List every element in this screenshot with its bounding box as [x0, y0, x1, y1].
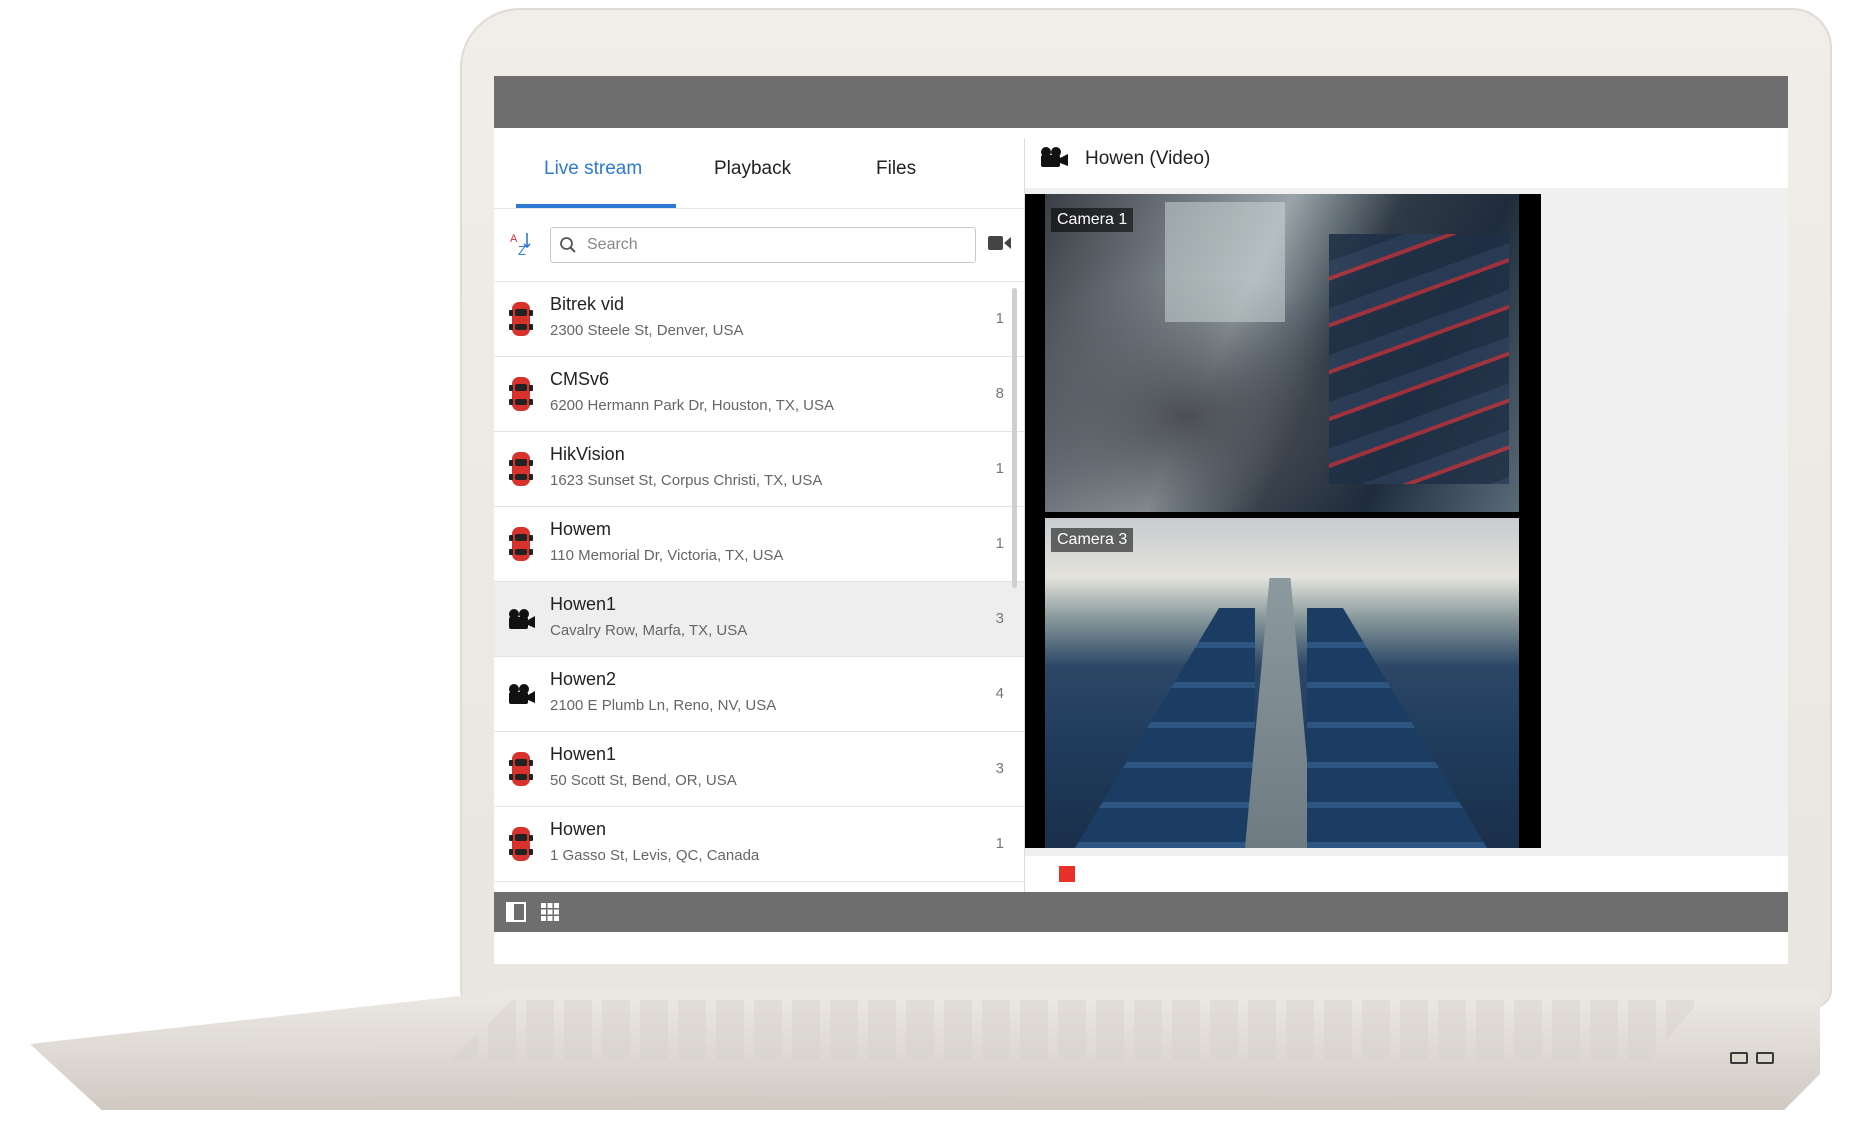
unit-row[interactable]: Howen2 2100 E Plumb Ln, Reno, NV, USA 4 [494, 657, 1024, 732]
search-input[interactable] [585, 230, 969, 260]
stop-recording-button[interactable] [1059, 866, 1075, 882]
search-icon [560, 237, 576, 253]
unit-address: 50 Scott St, Bend, OR, USA [550, 772, 737, 789]
unit-list: Bitrek vid 2300 Steele St, Denver, USA 1 C… [494, 282, 1024, 882]
list-scrollbar[interactable] [1012, 288, 1017, 588]
unit-camera-count: 4 [995, 685, 1004, 702]
player-controls [1025, 856, 1788, 892]
laptop-keyboard [450, 1000, 1700, 1060]
video-camera-icon [509, 609, 535, 629]
car-icon [509, 452, 533, 486]
unit-row[interactable]: HikVision 1623 Sunset St, Corpus Christi,… [494, 432, 1024, 507]
unit-name: HikVision [550, 444, 625, 464]
feed-window [1165, 202, 1285, 322]
feed-seats-right [1307, 608, 1487, 848]
tab-live-stream[interactable]: Live stream [544, 158, 642, 180]
unit-name: Howen1 [550, 744, 617, 764]
unit-address: 1 Gasso St, Levis, QC, Canada [550, 847, 760, 864]
video-camera-icon [509, 684, 535, 704]
unit-address: 1623 Sunset St, Corpus Christi, TX, USA [550, 472, 823, 489]
unit-name: Bitrek vid [550, 294, 625, 314]
usb-port [1756, 1052, 1774, 1064]
car-icon [509, 527, 533, 561]
tab-files[interactable]: Files [876, 158, 916, 180]
unit-camera-count: 1 [995, 310, 1004, 327]
unit-camera-count: 1 [995, 460, 1004, 477]
unit-address: 6200 Hermann Park Dr, Houston, TX, USA [550, 397, 835, 414]
active-tab-indicator [516, 204, 676, 208]
video-camera-icon [1041, 147, 1068, 167]
camera-feed-3[interactable]: Camera 3 [1045, 518, 1519, 848]
unit-row[interactable]: Howen1 Cavalry Row, Marfa, TX, USA 3 [494, 582, 1024, 657]
camera-label: Camera 1 [1051, 208, 1134, 232]
svg-text:A: A [510, 233, 518, 245]
tab-bar: Live stream Playback Files [494, 138, 1024, 209]
search-row: A Z [494, 209, 1024, 282]
unit-row[interactable]: Howen 1 Gasso St, Levis, QC, Canada 1 [494, 807, 1024, 882]
unit-address: Cavalry Row, Marfa, TX, USA [550, 622, 748, 639]
tab-playback[interactable]: Playback [714, 158, 791, 180]
video-panel: Howen (Video) Camera 1 Camera 3 [1025, 128, 1788, 892]
left-panel: Live stream Playback Files A Z Search Bi… [494, 138, 1025, 892]
unit-camera-count: 1 [995, 535, 1004, 552]
search-field[interactable] [550, 227, 976, 263]
unit-row[interactable]: Howem 110 Memorial Dr, Victoria, TX, USA 1 [494, 507, 1024, 582]
unit-address: 110 Memorial Dr, Victoria, TX, USA [550, 547, 784, 564]
car-icon [509, 752, 533, 786]
unit-name: Howen [550, 819, 607, 839]
sort-az-icon[interactable]: A Z [510, 231, 534, 257]
feed-seats-left [1075, 608, 1255, 848]
feed-aisle [1245, 578, 1315, 848]
bottom-bar [494, 892, 1788, 932]
video-grid: Camera 1 Camera 3 [1025, 194, 1541, 848]
unit-camera-count: 3 [995, 610, 1004, 627]
grid-layout-icon[interactable] [540, 902, 560, 922]
panel-layout-icon[interactable] [506, 902, 526, 922]
unit-name: Howem [550, 519, 612, 539]
unit-row[interactable]: Bitrek vid 2300 Steele St, Denver, USA 1 [494, 282, 1024, 357]
unit-address: 2300 Steele St, Denver, USA [550, 322, 744, 339]
unit-name: Howen2 [550, 669, 617, 689]
unit-name: CMSv6 [550, 369, 610, 389]
camera-feed-1[interactable]: Camera 1 [1045, 194, 1519, 512]
unit-address: 2100 E Plumb Ln, Reno, NV, USA [550, 697, 777, 714]
feed-seats [1329, 234, 1509, 484]
unit-name: Howen1 [550, 594, 617, 614]
car-icon [509, 377, 533, 411]
camera-label: Camera 3 [1051, 528, 1134, 552]
unit-camera-count: 8 [995, 385, 1004, 402]
top-bar [494, 76, 1788, 128]
car-icon [509, 302, 533, 336]
unit-row[interactable]: Howen1 50 Scott St, Bend, OR, USA 3 [494, 732, 1024, 807]
car-icon [509, 827, 533, 861]
app-screen: Live stream Playback Files A Z Search Bi… [494, 76, 1788, 964]
video-title: Howen (Video) [1085, 148, 1211, 169]
video-header: Howen (Video) [1025, 128, 1788, 188]
usb-port [1730, 1052, 1748, 1064]
video-filter-icon[interactable] [988, 235, 1012, 251]
unit-row[interactable]: CMSv6 6200 Hermann Park Dr, Houston, TX, … [494, 357, 1024, 432]
unit-camera-count: 1 [995, 835, 1004, 852]
unit-camera-count: 3 [995, 760, 1004, 777]
